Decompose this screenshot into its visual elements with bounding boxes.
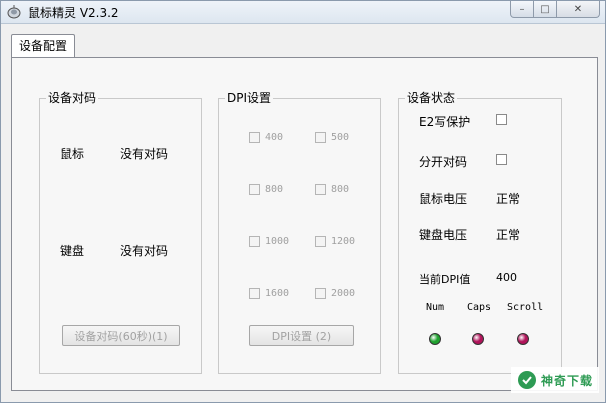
tab-device-config[interactable]: 设备配置 [11, 34, 75, 58]
keyboard-voltage-label: 键盘电压 [419, 228, 468, 242]
mouse-voltage-label: 鼠标电压 [419, 192, 468, 206]
split-pairing-label: 分开对码 [419, 155, 468, 169]
dpi-500-checkbox[interactable] [315, 132, 326, 143]
mouse-voltage-value: 正常 [496, 192, 521, 206]
keyboard-voltage-value: 正常 [496, 228, 521, 242]
dpi-1200-label: 1200 [331, 236, 356, 247]
maximize-icon: □ [540, 3, 550, 15]
split-pairing-checkbox[interactable] [496, 154, 507, 165]
dpi-2000-checkbox[interactable] [315, 288, 326, 299]
num-lock-label: Num [426, 302, 445, 313]
maximize-button[interactable]: □ [533, 1, 557, 18]
e2-write-protect-checkbox[interactable] [496, 114, 507, 125]
mouse-app-icon [7, 5, 21, 19]
num-lock-led-icon [429, 333, 441, 345]
caps-lock-label: Caps [467, 302, 492, 313]
watermark-text: 神奇下载 [541, 373, 594, 388]
current-dpi-value: 400 [496, 271, 517, 284]
scroll-lock-led-icon [517, 333, 529, 345]
dpi-set-button[interactable]: DPI设置 (2) [249, 325, 354, 346]
pair-device-button[interactable]: 设备对码(60秒)(1) [62, 325, 180, 346]
dpi-1600-checkbox[interactable] [249, 288, 260, 299]
title-bar[interactable]: 鼠标精灵 V2.3.2 – □ ✕ [1, 1, 605, 24]
device-config-panel: 设备对码 鼠标 没有对码 键盘 没有对码 设备对码(60秒)(1) DPI设置 … [11, 57, 598, 391]
dpi-1000-label: 1000 [265, 236, 290, 247]
minimize-icon: – [519, 3, 525, 15]
minimize-button[interactable]: – [510, 1, 534, 18]
keyboard-label: 键盘 [60, 244, 85, 258]
app-window: 鼠标精灵 V2.3.2 – □ ✕ 设备配置 设备对码 鼠标 没有对码 键盘 没… [0, 0, 606, 403]
scroll-lock-label: Scroll [507, 302, 544, 313]
dpi-2000-label: 2000 [331, 288, 356, 299]
keyboard-pair-status: 没有对码 [120, 244, 169, 258]
dpi-600-label: 800 [265, 184, 284, 195]
e2-write-protect-label: E2写保护 [419, 115, 471, 129]
status-group-title: 设备状态 [405, 91, 458, 105]
dpi-group: DPI设置 400 500 800 800 1000 1200 1600 200… [218, 91, 381, 374]
site-watermark: 神奇下载 [511, 367, 599, 393]
dpi-1000-checkbox[interactable] [249, 236, 260, 247]
dpi-500-label: 500 [331, 132, 350, 143]
dpi-group-title: DPI设置 [225, 91, 274, 105]
dpi-800-label: 800 [331, 184, 350, 195]
watermark-logo-icon [518, 371, 536, 389]
dpi-600-checkbox[interactable] [249, 184, 260, 195]
close-icon: ✕ [573, 3, 583, 15]
mouse-pair-status: 没有对码 [120, 147, 169, 161]
current-dpi-label: 当前DPI值 [419, 273, 471, 286]
dpi-1200-checkbox[interactable] [315, 236, 326, 247]
pairing-group: 设备对码 鼠标 没有对码 键盘 没有对码 设备对码(60秒)(1) [39, 91, 202, 374]
close-button[interactable]: ✕ [556, 1, 600, 18]
mouse-label: 鼠标 [60, 147, 85, 161]
pairing-group-title: 设备对码 [46, 91, 99, 105]
caps-lock-led-icon [472, 333, 484, 345]
dpi-400-label: 400 [265, 132, 284, 143]
device-status-group: 设备状态 E2写保护 分开对码 鼠标电压 正常 键盘电压 正常 当前DPI值 4… [398, 91, 562, 374]
window-title: 鼠标精灵 V2.3.2 [28, 6, 119, 20]
dpi-800-checkbox[interactable] [315, 184, 326, 195]
dpi-400-checkbox[interactable] [249, 132, 260, 143]
dpi-1600-label: 1600 [265, 288, 290, 299]
